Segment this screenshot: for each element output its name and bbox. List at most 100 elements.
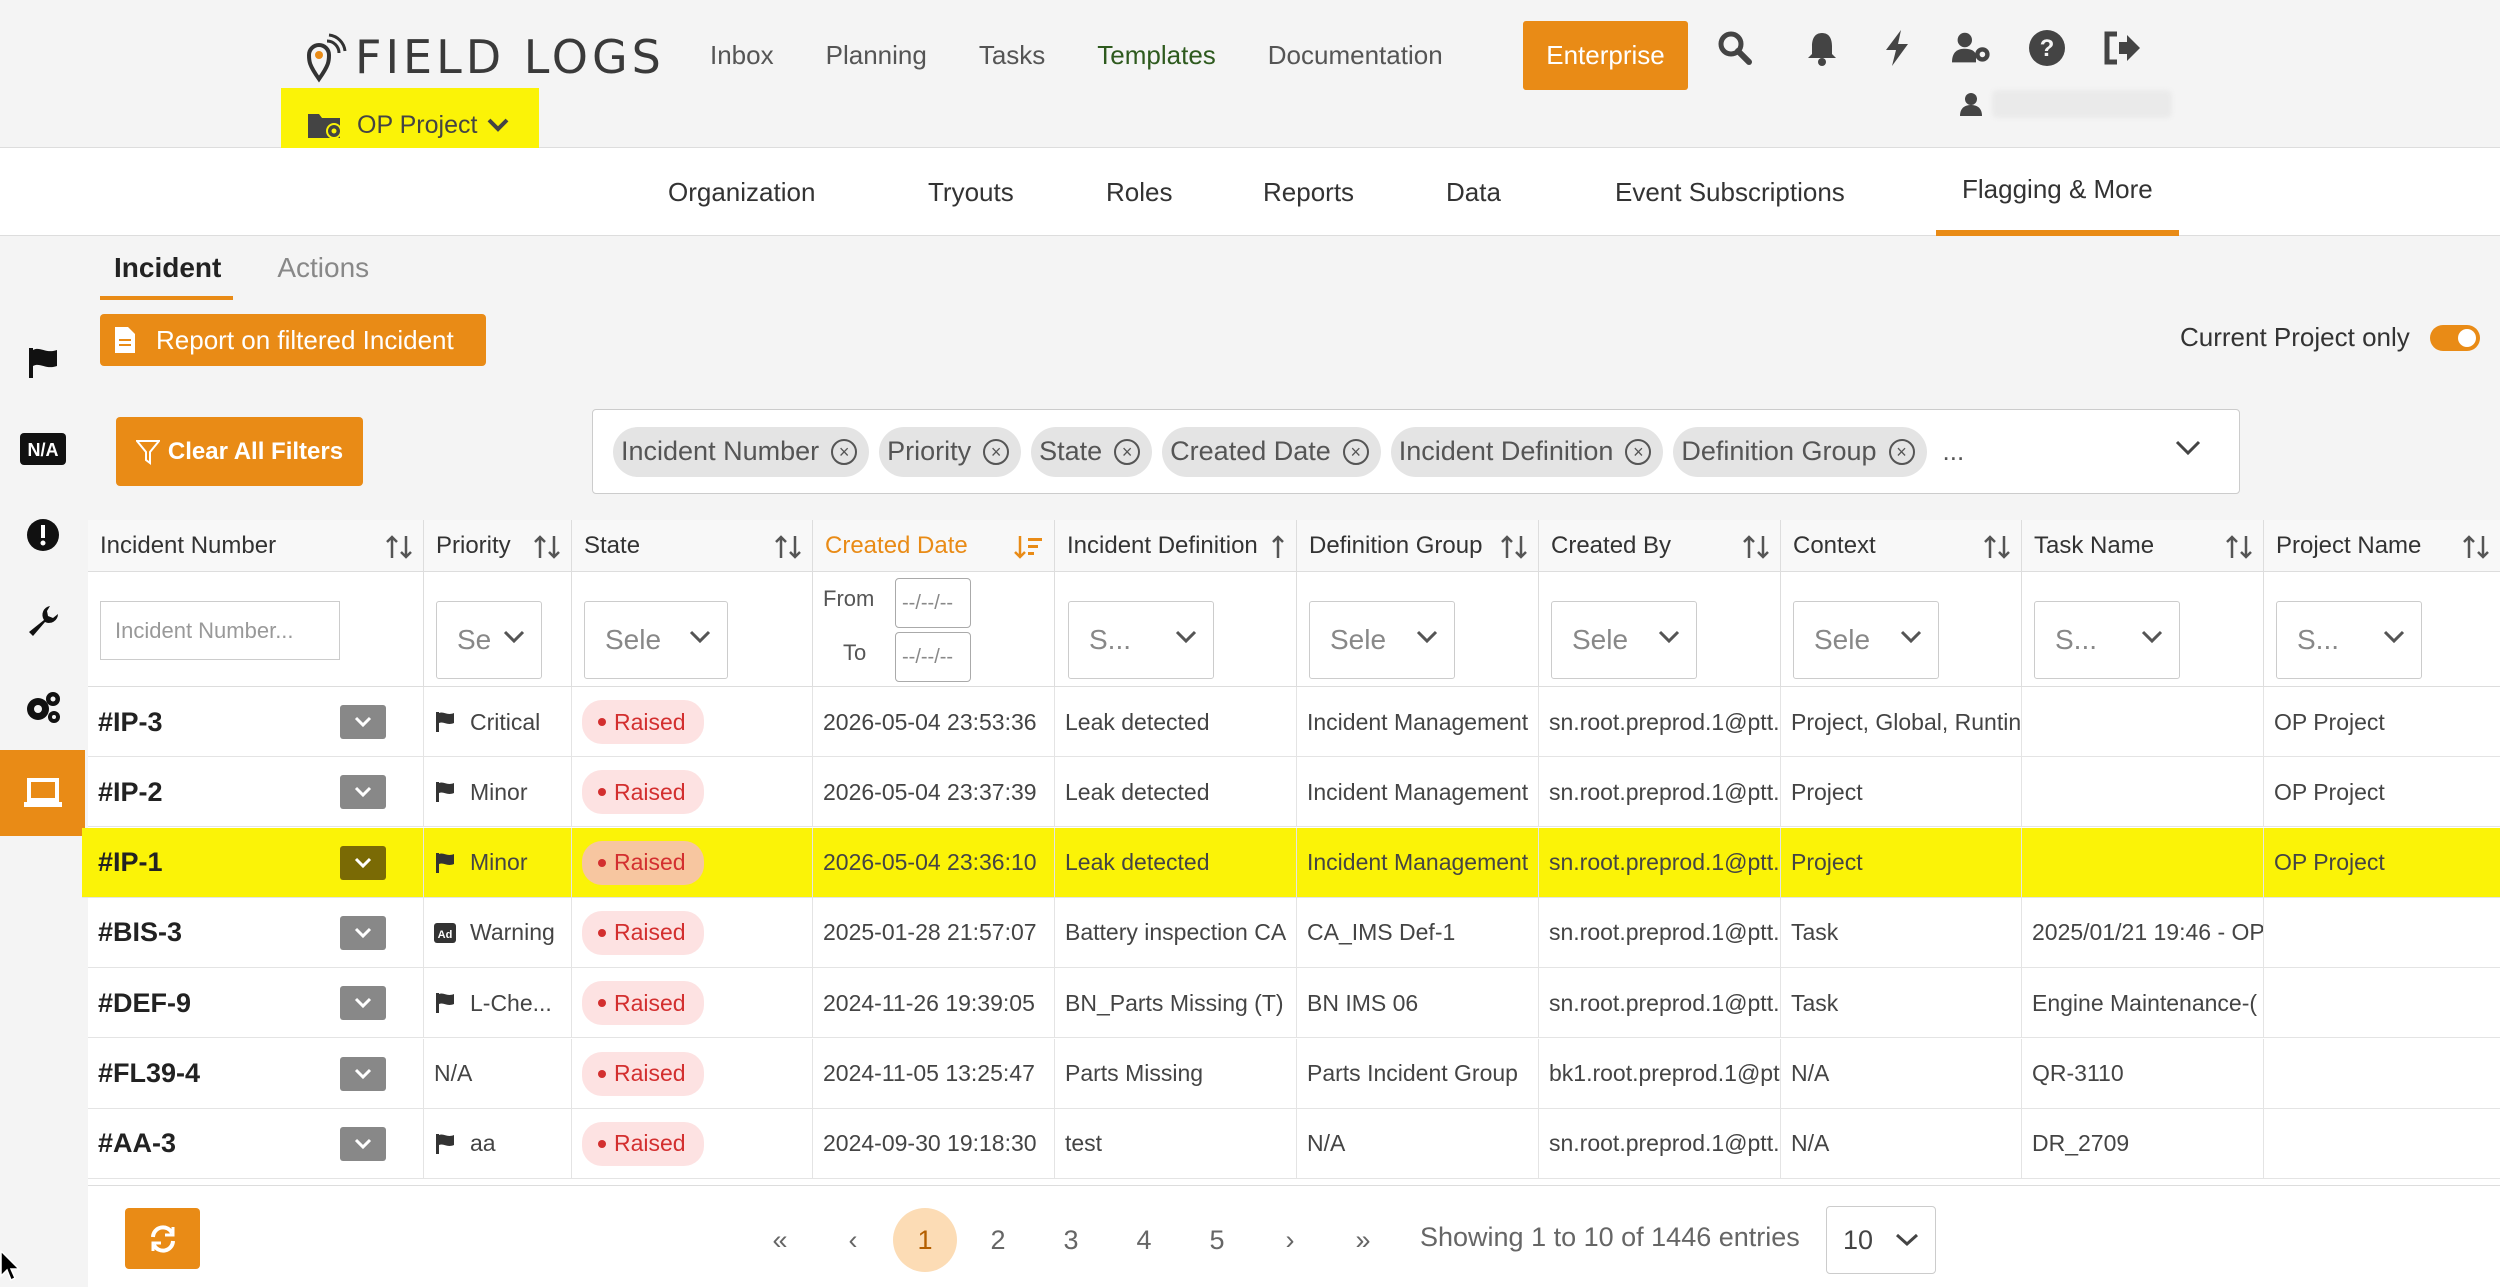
app-logo[interactable]: FIELD LOGS: [305, 30, 665, 84]
col-definition-group[interactable]: Definition Group: [1297, 520, 1539, 572]
project-filter-select[interactable]: S...: [2276, 601, 2422, 679]
project-cell: [2264, 968, 2500, 1038]
definition-filter-select[interactable]: S...: [1068, 601, 1214, 679]
current-user[interactable]: [1960, 90, 2172, 118]
incident-number[interactable]: #DEF-9: [98, 988, 191, 1019]
row-expand-button[interactable]: [340, 1056, 386, 1091]
subnav-roles[interactable]: Roles: [1106, 148, 1172, 236]
close-icon[interactable]: ×: [983, 438, 1010, 465]
col-task-name[interactable]: Task Name: [2022, 520, 2264, 572]
page-2-button[interactable]: 2: [966, 1208, 1030, 1272]
table-row[interactable]: #AA-3 aa Raised 2024-09-30 19:18:30 test N/A s…: [88, 1108, 2500, 1179]
table-row[interactable]: #FL39-4 N/A Raised 2024-11-05 13:25:47 Parts…: [88, 1038, 2500, 1109]
subnav-organization[interactable]: Organization: [668, 148, 815, 236]
col-state[interactable]: State: [572, 520, 813, 572]
prev-page-button[interactable]: ‹: [821, 1208, 885, 1272]
col-incident-number[interactable]: Incident Number: [88, 520, 424, 572]
nav-documentation[interactable]: Documentation: [1268, 40, 1443, 71]
user-gear-icon[interactable]: [1952, 28, 1992, 68]
close-icon[interactable]: ×: [1342, 438, 1369, 465]
next-page-button[interactable]: ›: [1258, 1208, 1322, 1272]
tab-incident[interactable]: Incident: [100, 236, 234, 300]
row-expand-button[interactable]: [340, 986, 386, 1021]
incident-number[interactable]: #IP-2: [98, 777, 163, 808]
table-row[interactable]: #IP-1 Minor Raised 2026-05-04 23:36:10 Leak …: [82, 827, 2500, 898]
sort-icon: [386, 535, 412, 559]
col-priority[interactable]: Priority: [424, 520, 572, 572]
subnav-flagging-more[interactable]: Flagging & More: [1936, 148, 2179, 236]
row-expand-button[interactable]: [340, 1126, 386, 1161]
search-icon[interactable]: [1715, 28, 1755, 68]
date-from-input[interactable]: --/--/--: [895, 578, 971, 628]
table-row[interactable]: #DEF-9 L-Che... Raised 2024-11-26 19:39:05 B…: [88, 968, 2500, 1039]
context-filter-select[interactable]: Sele: [1793, 601, 1939, 679]
col-created-date[interactable]: Created Date: [813, 520, 1055, 572]
col-project-name[interactable]: Project Name: [2264, 520, 2500, 572]
first-page-button[interactable]: «: [748, 1208, 812, 1272]
incident-number[interactable]: #IP-1: [98, 847, 163, 878]
incident-number-filter-input[interactable]: Incident Number...: [100, 601, 340, 660]
col-label: Task Name: [2034, 532, 2155, 559]
page-size-select[interactable]: 10: [1826, 1206, 1936, 1274]
help-icon[interactable]: ?: [2027, 28, 2067, 68]
table-row[interactable]: #IP-2 Minor Raised 2026-05-04 23:37:39 Leak …: [88, 757, 2500, 828]
nav-tasks[interactable]: Tasks: [979, 40, 1045, 71]
rail-na[interactable]: N/A: [0, 406, 85, 492]
report-filtered-button[interactable]: Report on filtered Incident: [100, 314, 486, 366]
table-row[interactable]: #BIS-3 Ad Warning Raised 2025-01-28 21:57:07…: [88, 897, 2500, 968]
clear-filters-button[interactable]: Clear All Filters: [116, 417, 363, 486]
logout-icon[interactable]: [2102, 28, 2142, 68]
close-icon[interactable]: ×: [831, 438, 858, 465]
column-filter-chips[interactable]: Incident Number × Priority × State × Create…: [592, 409, 2240, 494]
row-expand-button[interactable]: [340, 705, 386, 739]
table-row[interactable]: #IP-3 Critical Raised 2026-05-04 23:53:36 Le…: [88, 687, 2500, 757]
nav-inbox[interactable]: Inbox: [710, 40, 774, 71]
page-4-button[interactable]: 4: [1112, 1208, 1176, 1272]
incident-number[interactable]: #AA-3: [98, 1128, 176, 1159]
incident-number[interactable]: #BIS-3: [98, 917, 182, 948]
col-created-by[interactable]: Created By: [1539, 520, 1781, 572]
row-expand-button[interactable]: [340, 915, 386, 950]
refresh-button[interactable]: [125, 1208, 200, 1269]
priority-label: L-Che...: [470, 989, 552, 1016]
incident-number[interactable]: #IP-3: [98, 707, 163, 738]
subnav-tryouts[interactable]: Tryouts: [928, 148, 1014, 236]
date-to-input[interactable]: --/--/--: [895, 632, 971, 682]
rail-flag[interactable]: [0, 320, 85, 406]
row-expand-button[interactable]: [340, 775, 386, 810]
col-incident-definition[interactable]: Incident Definition: [1055, 520, 1297, 572]
rail-wrench[interactable]: [0, 578, 85, 664]
row-expand-button[interactable]: [340, 845, 386, 880]
nav-planning[interactable]: Planning: [826, 40, 927, 71]
task-filter-select[interactable]: S...: [2034, 601, 2180, 679]
svg-text:?: ?: [2040, 35, 2055, 62]
rail-gears[interactable]: [0, 664, 85, 750]
last-page-button[interactable]: »: [1331, 1208, 1395, 1272]
subnav-event-subscriptions[interactable]: Event Subscriptions: [1615, 148, 1845, 236]
created-by-filter-select[interactable]: Sele: [1551, 601, 1697, 679]
chevron-down-icon[interactable]: [2175, 440, 2201, 456]
bell-icon[interactable]: [1802, 28, 1842, 68]
page-3-button[interactable]: 3: [1039, 1208, 1103, 1272]
state-filter-select[interactable]: Sele: [584, 601, 728, 679]
subnav-reports[interactable]: Reports: [1263, 148, 1354, 236]
group-filter-select[interactable]: Sele: [1309, 601, 1455, 679]
subnav-data[interactable]: Data: [1446, 148, 1501, 236]
page-5-button[interactable]: 5: [1185, 1208, 1249, 1272]
close-icon[interactable]: ×: [1888, 438, 1915, 465]
close-icon[interactable]: ×: [1625, 438, 1652, 465]
rail-monitor[interactable]: [0, 750, 85, 836]
incident-number[interactable]: #FL39-4: [98, 1058, 200, 1089]
group-cell: Incident Management: [1297, 687, 1539, 757]
tab-actions[interactable]: Actions: [263, 236, 381, 300]
enterprise-button[interactable]: Enterprise: [1523, 21, 1688, 90]
close-icon[interactable]: ×: [1114, 438, 1141, 465]
bolt-icon[interactable]: [1877, 28, 1917, 68]
col-context[interactable]: Context: [1781, 520, 2022, 572]
nav-templates[interactable]: Templates: [1097, 40, 1216, 71]
page-1-button[interactable]: 1: [893, 1208, 957, 1272]
rail-alert[interactable]: [0, 492, 85, 578]
priority-filter-select[interactable]: Sele: [436, 601, 542, 679]
current-project-toggle[interactable]: [2429, 324, 2480, 351]
context-cell: Project: [1781, 827, 2022, 898]
